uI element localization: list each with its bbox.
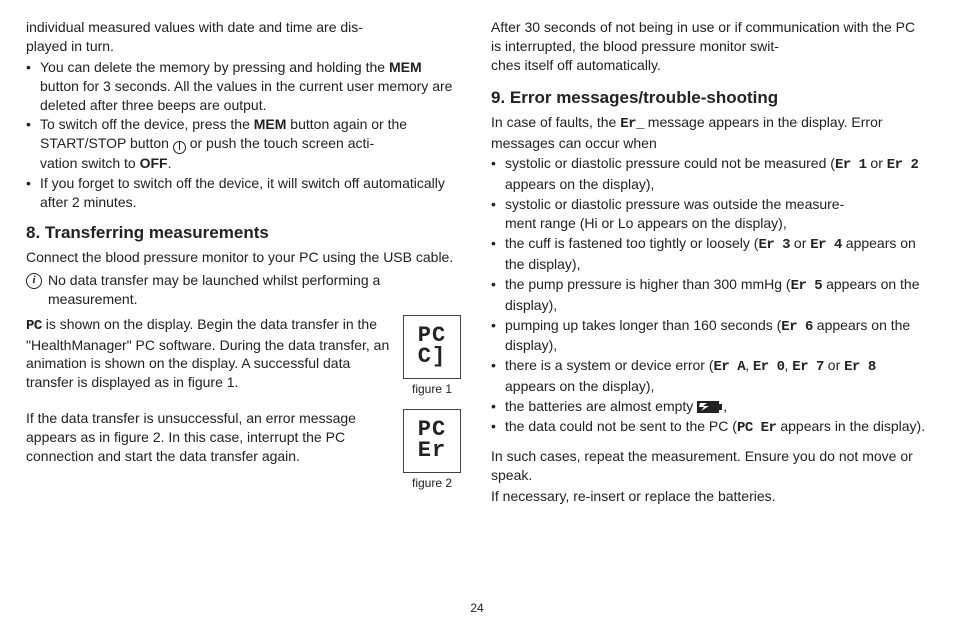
list-item: there is a system or device error (Er A,… xyxy=(491,356,928,396)
list-item: systolic or diastolic pressure was outsi… xyxy=(491,195,928,233)
text: ment range ( xyxy=(505,215,584,231)
text: systolic or diastolic pressure could not… xyxy=(505,155,835,171)
paragraph: In case of faults, the Er_ message appea… xyxy=(491,113,928,153)
text: , xyxy=(723,398,727,414)
page-number: 24 xyxy=(0,601,954,615)
manual-page: individual measured values with date and… xyxy=(0,0,954,619)
paragraph: If necessary, re-insert or replace the b… xyxy=(491,487,928,506)
error-code: Hi xyxy=(584,215,597,231)
error-code: Lo xyxy=(618,215,634,231)
error-code: Er_ xyxy=(620,116,644,132)
text: is shown on the display. Begin the data … xyxy=(26,316,389,391)
text: button for 3 seconds. All the values in … xyxy=(40,78,452,113)
text: appears on the display), xyxy=(505,176,654,192)
paragraph: PC is shown on the display. Begin the da… xyxy=(26,315,463,393)
left-column: individual measured values with date and… xyxy=(26,18,463,615)
text: systolic or diastolic pressure was outsi… xyxy=(505,196,844,212)
error-code: Er 8 xyxy=(844,359,876,375)
text: . xyxy=(168,155,172,171)
section-heading-transfer: 8. Transferring measurements xyxy=(26,222,463,245)
error-code: Er 7 xyxy=(792,359,824,375)
text: If you forget to switch off the device, … xyxy=(40,175,445,210)
paragraph: Connect the blood pressure monitor to yo… xyxy=(26,248,463,267)
paragraph: individual measured values with date and… xyxy=(26,18,463,56)
list-item: the data could not be sent to the PC (PC… xyxy=(491,417,928,438)
text: or xyxy=(790,235,810,251)
text: vation switch to xyxy=(40,155,140,171)
text: After 30 seconds of not being in use or … xyxy=(491,19,915,54)
error-code: Er 4 xyxy=(810,237,842,253)
mem-label: MEM xyxy=(254,116,287,132)
error-code: Er 2 xyxy=(887,157,919,173)
text: or xyxy=(867,155,887,171)
text: appears on the display), xyxy=(505,378,654,394)
lcd-display-icon: PC C] xyxy=(403,315,461,379)
list-item: pumping up takes longer than 160 seconds… xyxy=(491,316,928,356)
text: or xyxy=(598,215,618,231)
figure-caption: figure 1 xyxy=(401,381,463,397)
battery-low-icon xyxy=(697,400,723,414)
info-icon: i xyxy=(26,273,42,289)
list-item: If you forget to switch off the device, … xyxy=(26,174,463,212)
off-label: OFF xyxy=(140,155,168,171)
paragraph: In such cases, repeat the measurement. E… xyxy=(491,447,928,485)
figure-caption: figure 2 xyxy=(401,475,463,491)
list-item: systolic or diastolic pressure could not… xyxy=(491,154,928,194)
text: You can delete the memory by pressing an… xyxy=(40,59,389,75)
text: the data could not be sent to the PC ( xyxy=(505,418,737,434)
text: pumping up takes longer than 160 seconds… xyxy=(505,317,781,333)
text: the cuff is fastened too tightly or loos… xyxy=(505,235,758,251)
error-code: Er A xyxy=(714,359,746,375)
error-code: Er 6 xyxy=(781,319,813,335)
error-code: Er 0 xyxy=(753,359,785,375)
power-icon xyxy=(173,141,186,154)
text: To switch off the device, press the xyxy=(40,116,254,132)
text: played in turn. xyxy=(26,38,114,54)
figure-1: PC C] figure 1 xyxy=(401,315,463,397)
right-column: After 30 seconds of not being in use or … xyxy=(491,18,928,615)
transfer-error-block: PC Er figure 2 If the data transfer is u… xyxy=(26,409,463,497)
text: ches itself off automatically. xyxy=(491,57,661,73)
error-code: PC Er xyxy=(737,420,777,436)
text: or push the touch screen acti- xyxy=(186,135,374,151)
list-item: To switch off the device, press the MEM … xyxy=(26,115,463,173)
list-item: the cuff is fastened too tightly or loos… xyxy=(491,234,928,274)
text: , xyxy=(745,357,753,373)
info-note: i No data transfer may be launched whils… xyxy=(26,271,463,309)
error-code: Er 1 xyxy=(835,157,867,173)
text: appears on the display), xyxy=(633,215,786,231)
section-heading-errors: 9. Error messages/trouble-shooting xyxy=(491,87,928,110)
error-code: Er 5 xyxy=(791,278,823,294)
text: there is a system or device error ( xyxy=(505,357,714,373)
text: individual measured values with date and… xyxy=(26,19,363,35)
text: In case of faults, the xyxy=(491,114,620,130)
list-item: the batteries are almost empty , xyxy=(491,397,928,416)
bullet-list: You can delete the memory by pressing an… xyxy=(26,58,463,212)
figure-2: PC Er figure 2 xyxy=(401,409,463,491)
lcd-line: Er xyxy=(418,441,446,462)
pc-symbol: PC xyxy=(26,318,42,334)
paragraph: After 30 seconds of not being in use or … xyxy=(491,18,928,75)
lcd-display-icon: PC Er xyxy=(403,409,461,473)
lcd-line: C] xyxy=(418,347,446,368)
bullet-list: systolic or diastolic pressure could not… xyxy=(491,154,928,438)
text: No data transfer may be launched whilst … xyxy=(48,271,463,309)
paragraph: If the data transfer is unsuccessful, an… xyxy=(26,409,463,466)
text: appears in the display). xyxy=(776,418,925,434)
text: the pump pressure is higher than 300 mmH… xyxy=(505,276,791,292)
error-code: Er 3 xyxy=(758,237,790,253)
text: or xyxy=(824,357,844,373)
list-item: the pump pressure is higher than 300 mmH… xyxy=(491,275,928,315)
mem-label: MEM xyxy=(389,59,422,75)
list-item: You can delete the memory by pressing an… xyxy=(26,58,463,115)
transfer-block: PC C] figure 1 PC is shown on the displa… xyxy=(26,315,463,403)
text: the batteries are almost empty xyxy=(505,398,697,414)
